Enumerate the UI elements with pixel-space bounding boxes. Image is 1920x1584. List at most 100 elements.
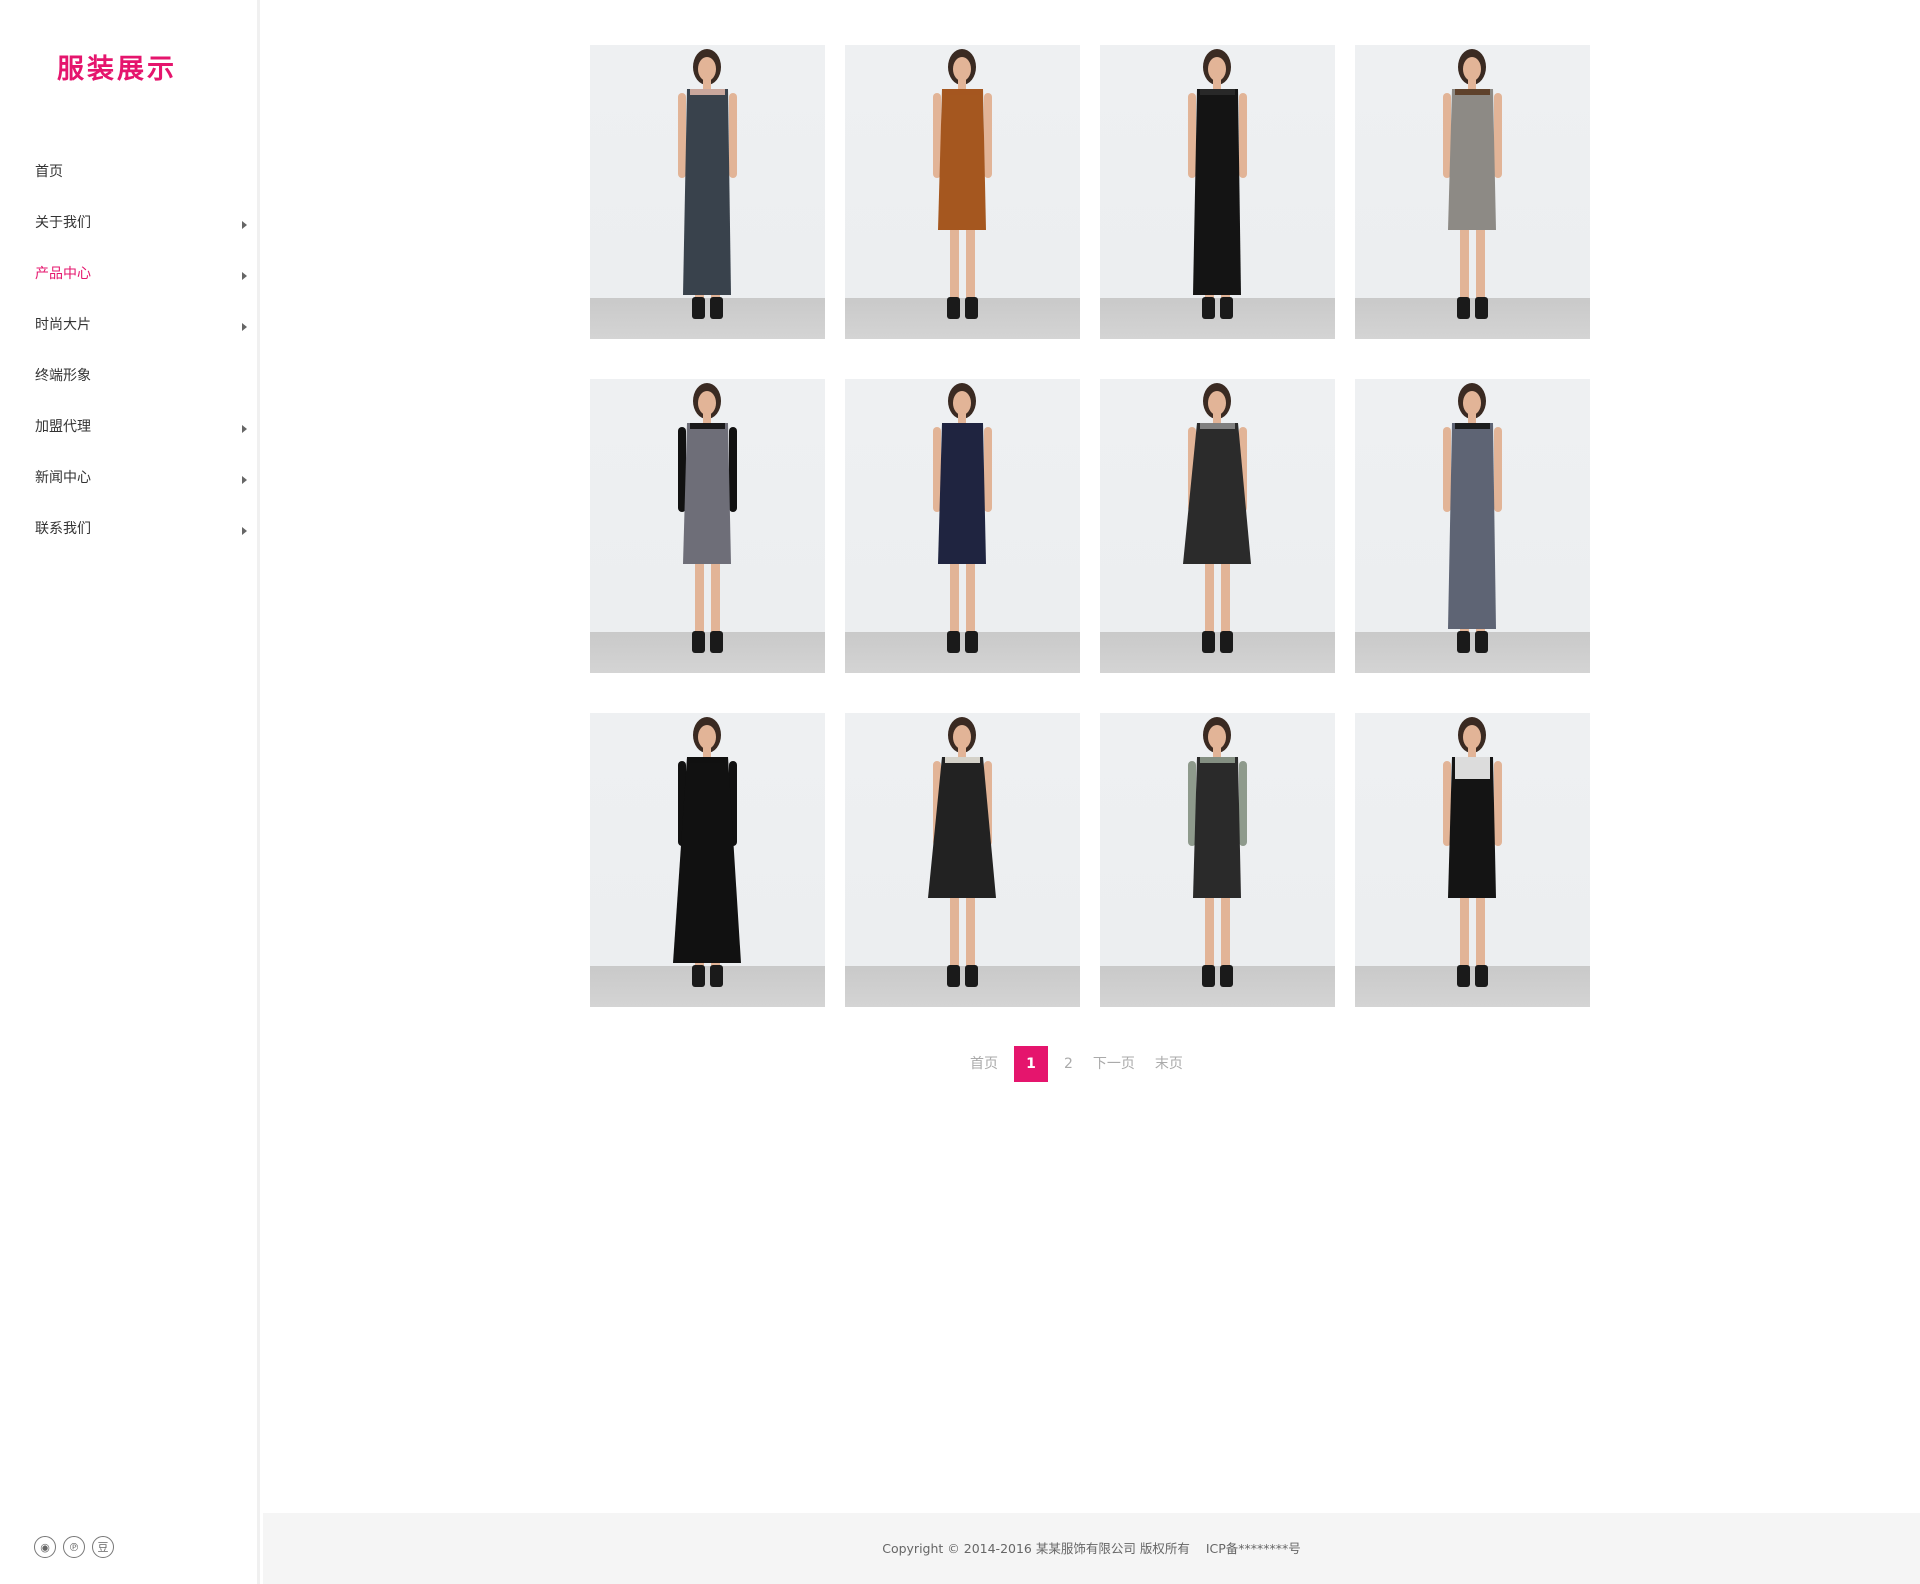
model-neck <box>703 79 711 89</box>
footer: Copyright © 2014-2016 某某服饰有限公司 版权所有 ICP备… <box>263 1513 1920 1584</box>
model-boot-right <box>1220 965 1233 987</box>
model-arm-right <box>1494 761 1502 846</box>
model-boot-right <box>965 965 978 987</box>
dress-accent <box>690 89 725 95</box>
model-neck <box>1213 747 1221 757</box>
model-dress <box>938 89 986 230</box>
social-links: ◉ ℗ 豆 <box>34 1536 114 1558</box>
model-boot-left <box>1457 965 1470 987</box>
model-boot-right <box>965 297 978 319</box>
model-neck <box>1468 413 1476 423</box>
nav-item-contact[interactable]: 联系我们 <box>0 509 257 560</box>
model-boot-left <box>1202 631 1215 653</box>
product-photo <box>933 383 992 653</box>
nav-item-home[interactable]: 首页 <box>0 152 257 203</box>
product-grid <box>590 45 1590 1007</box>
model-face <box>1463 391 1481 415</box>
dress-accent <box>1455 89 1490 95</box>
model-boot-left <box>947 631 960 653</box>
nav-item-label: 加盟代理 <box>35 419 91 435</box>
nav-item-label: 联系我们 <box>35 521 91 537</box>
model-boot-left <box>947 297 960 319</box>
pinterest-icon[interactable]: ℗ <box>63 1536 85 1558</box>
model-neck <box>1213 413 1221 423</box>
dress-accent <box>1455 757 1490 779</box>
model-arm-left <box>678 93 686 178</box>
model-neck <box>1213 79 1221 89</box>
dress-accent <box>690 423 725 429</box>
model-arm-left <box>1443 93 1451 178</box>
model-arm-right <box>984 93 992 178</box>
product-card[interactable] <box>845 45 1080 339</box>
nav-item-label: 终端形象 <box>35 368 91 384</box>
nav-item-label: 时尚大片 <box>35 317 91 333</box>
page-current[interactable]: 1 <box>1014 1046 1048 1082</box>
product-photo <box>673 717 741 987</box>
model-face <box>953 57 971 81</box>
product-card[interactable] <box>590 45 825 339</box>
nav-item-stores[interactable]: 终端形象 <box>0 356 257 407</box>
page-first-link[interactable]: 首页 <box>960 1046 1008 1082</box>
model-arm-left <box>1443 427 1451 512</box>
nav-item-products[interactable]: 产品中心 <box>0 254 257 305</box>
model-boot-right <box>965 631 978 653</box>
model-arm-right <box>1239 761 1247 846</box>
model-face <box>1463 725 1481 749</box>
model-arm-right <box>729 93 737 178</box>
model-face <box>1208 57 1226 81</box>
caret-right-icon <box>242 425 247 433</box>
model-dress <box>683 89 731 295</box>
model-boot-left <box>692 631 705 653</box>
product-card[interactable] <box>845 379 1080 673</box>
model-boot-left <box>1202 965 1215 987</box>
product-card[interactable] <box>590 713 825 1007</box>
product-card[interactable] <box>1355 45 1590 339</box>
nav-item-fashion[interactable]: 时尚大片 <box>0 305 257 356</box>
product-photo <box>1188 49 1247 319</box>
nav-item-news[interactable]: 新闻中心 <box>0 458 257 509</box>
model-face <box>953 391 971 415</box>
model-face <box>1208 725 1226 749</box>
product-card[interactable] <box>1355 713 1590 1007</box>
main-nav: 首页 关于我们 产品中心 时尚大片 终端形象 加盟代理 新闻中心 联系我们 <box>0 152 257 560</box>
douban-icon[interactable]: 豆 <box>92 1536 114 1558</box>
model-boot-left <box>1202 297 1215 319</box>
weibo-icon[interactable]: ◉ <box>34 1536 56 1558</box>
model-neck <box>1468 747 1476 757</box>
site-logo[interactable]: 服装展示 <box>57 50 207 90</box>
model-dress <box>938 423 986 564</box>
product-photo <box>1443 49 1502 319</box>
model-arm-left <box>678 427 686 512</box>
product-card[interactable] <box>1100 45 1335 339</box>
product-card[interactable] <box>845 713 1080 1007</box>
page-2-link[interactable]: 2 <box>1054 1046 1083 1082</box>
dress-accent <box>1455 423 1490 429</box>
model-face <box>1208 391 1226 415</box>
product-card[interactable] <box>590 379 825 673</box>
model-boot-right <box>1475 297 1488 319</box>
model-boot-right <box>1220 297 1233 319</box>
product-photo <box>1188 717 1247 987</box>
product-card[interactable] <box>1100 713 1335 1007</box>
model-face <box>698 725 716 749</box>
product-photo <box>678 49 737 319</box>
product-photo <box>928 717 996 987</box>
model-arm-right <box>1494 427 1502 512</box>
product-card[interactable] <box>1100 379 1335 673</box>
dress-accent <box>1200 89 1235 95</box>
caret-right-icon <box>242 221 247 229</box>
product-card[interactable] <box>1355 379 1590 673</box>
nav-item-franchise[interactable]: 加盟代理 <box>0 407 257 458</box>
product-photo <box>1443 717 1502 987</box>
page-next-link[interactable]: 下一页 <box>1083 1046 1145 1082</box>
model-neck <box>958 79 966 89</box>
model-neck <box>958 413 966 423</box>
model-arm-right <box>729 427 737 512</box>
product-photo <box>1183 383 1251 653</box>
nav-item-about[interactable]: 关于我们 <box>0 203 257 254</box>
page-last-link[interactable]: 末页 <box>1145 1046 1193 1082</box>
model-boot-right <box>710 297 723 319</box>
model-dress <box>1193 89 1241 295</box>
model-arm-left <box>1188 93 1196 178</box>
model-boot-left <box>692 965 705 987</box>
